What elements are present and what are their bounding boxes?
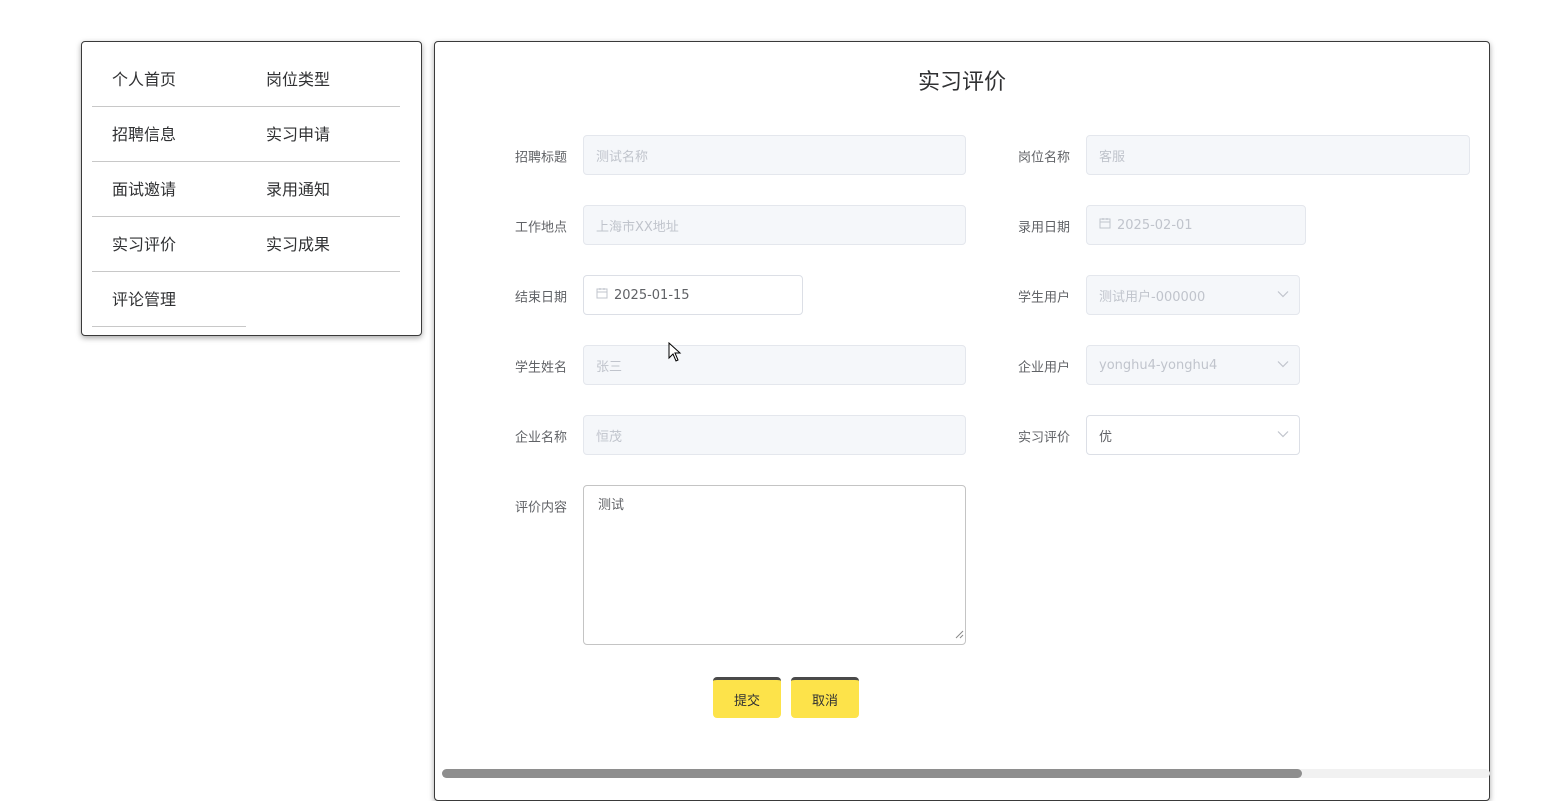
calendar-icon [596, 287, 608, 303]
menu-item-label: 评论管理 [112, 290, 177, 309]
sidebar-menu: 个人首页 岗位类型 招聘信息 实习申请 面试邀请 录用通知 实习评价 实习成果 … [81, 41, 422, 336]
menu-item-label: 招聘信息 [112, 125, 177, 144]
horizontal-scrollbar[interactable] [442, 769, 1490, 778]
resize-grip-icon[interactable] [955, 628, 964, 643]
evaluation-content-textarea[interactable]: 测试 [583, 485, 966, 645]
menu-item-label: 岗位类型 [266, 70, 331, 89]
menu-item-label: 实习申请 [266, 125, 331, 144]
menu-item-label: 实习成果 [266, 235, 331, 254]
work-location-label: 工作地点 [515, 220, 568, 236]
internship-rating-value: 优 [1099, 429, 1113, 445]
mouse-pointer-icon [668, 341, 682, 366]
menu-item-label: 录用通知 [266, 180, 331, 199]
evaluation-form-panel: 实习评价 招聘标题 测试名称 岗位名称 客服 工作地点 上海市XX地址 录用日期… [434, 41, 1490, 801]
calendar-icon [1099, 217, 1111, 233]
company-user-value: yonghu4-yonghu4 [1099, 357, 1218, 373]
chevron-down-icon [1277, 288, 1289, 303]
menu-item-hire-notice[interactable]: 录用通知 [246, 162, 400, 217]
student-name-input[interactable]: 张三 [583, 345, 966, 385]
student-user-select[interactable]: 测试用户-000000 [1086, 275, 1300, 315]
hire-date-value: 2025-02-01 [1117, 217, 1193, 233]
hire-date-picker[interactable]: 2025-02-01 [1086, 205, 1306, 245]
company-name-input[interactable]: 恒茂 [583, 415, 966, 455]
menu-item-internship-evaluation[interactable]: 实习评价 [92, 217, 246, 272]
position-name-label: 岗位名称 [1018, 150, 1071, 166]
menu-item-comment-management[interactable]: 评论管理 [92, 272, 246, 327]
position-name-value: 客服 [1099, 149, 1126, 165]
student-name-value: 张三 [596, 359, 623, 375]
position-name-input[interactable]: 客服 [1086, 135, 1470, 175]
work-location-value: 上海市XX地址 [596, 219, 679, 235]
cancel-button[interactable]: 取消 [791, 677, 859, 718]
student-name-label: 学生姓名 [515, 360, 568, 376]
menu-item-position-type[interactable]: 岗位类型 [246, 52, 400, 107]
menu-item-label: 实习评价 [112, 235, 177, 254]
student-user-label: 学生用户 [1018, 290, 1071, 306]
submit-button[interactable]: 提交 [713, 677, 781, 718]
chevron-down-icon [1277, 358, 1289, 373]
end-date-picker[interactable]: 2025-01-15 [583, 275, 803, 315]
evaluation-content-label: 评价内容 [515, 500, 568, 516]
company-user-select[interactable]: yonghu4-yonghu4 [1086, 345, 1300, 385]
menu-item-label: 面试邀请 [112, 180, 177, 199]
end-date-label: 结束日期 [515, 290, 568, 306]
work-location-input[interactable]: 上海市XX地址 [583, 205, 966, 245]
student-user-value: 测试用户-000000 [1099, 289, 1206, 305]
recruit-title-input[interactable]: 测试名称 [583, 135, 966, 175]
hire-date-label: 录用日期 [1018, 220, 1071, 236]
chevron-down-icon [1277, 428, 1289, 443]
internship-rating-select[interactable]: 优 [1086, 415, 1300, 455]
recruit-title-value: 测试名称 [596, 149, 649, 165]
menu-item-label: 个人首页 [112, 70, 177, 89]
company-name-value: 恒茂 [596, 429, 623, 445]
recruit-title-label: 招聘标题 [515, 150, 568, 166]
company-name-label: 企业名称 [515, 430, 568, 446]
evaluation-content-value: 测试 [598, 498, 625, 513]
scrollbar-thumb[interactable] [442, 769, 1302, 778]
menu-item-internship-results[interactable]: 实习成果 [246, 217, 400, 272]
menu-item-internship-application[interactable]: 实习申请 [246, 107, 400, 162]
company-user-label: 企业用户 [1018, 360, 1071, 376]
internship-rating-label: 实习评价 [1018, 430, 1071, 446]
page-title: 实习评价 [917, 70, 1006, 95]
menu-item-home[interactable]: 个人首页 [92, 52, 246, 107]
end-date-value: 2025-01-15 [614, 287, 690, 303]
menu-item-recruitment-info[interactable]: 招聘信息 [92, 107, 246, 162]
menu-item-interview-invitation[interactable]: 面试邀请 [92, 162, 246, 217]
